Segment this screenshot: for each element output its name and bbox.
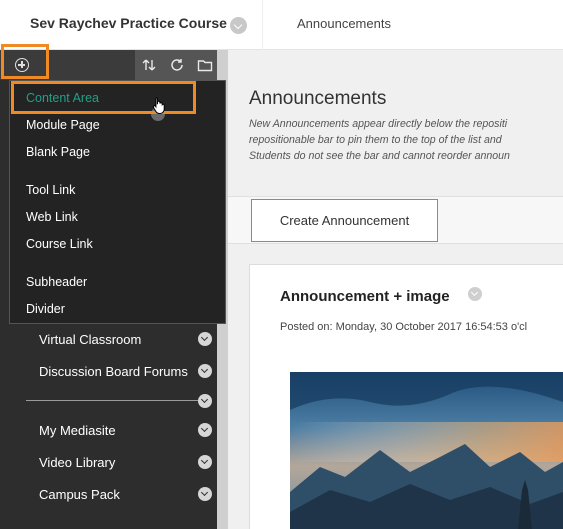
description-line: Students do not see the bar and cannot r… — [249, 150, 510, 162]
chevron-down-icon[interactable] — [198, 394, 212, 408]
highlight-box-content-area — [11, 81, 196, 114]
menu-item-tool-link[interactable]: Tool Link — [26, 183, 75, 197]
menu-item-divider[interactable]: Divider — [26, 302, 65, 316]
menu-item-web-link[interactable]: Web Link — [26, 210, 78, 224]
chevron-down-icon[interactable] — [198, 332, 212, 346]
announcement-options-chevron-icon[interactable] — [468, 287, 482, 301]
highlight-box-add-button — [1, 44, 49, 79]
chevron-down-icon[interactable] — [198, 487, 212, 501]
course-menu-chevron-icon[interactable] — [230, 17, 247, 34]
breadcrumb: Announcements — [297, 16, 391, 31]
refresh-icon[interactable] — [169, 57, 185, 73]
course-menu-divider — [26, 400, 198, 401]
menu-item-blank-page[interactable]: Blank Page — [26, 145, 90, 159]
announcement-image — [290, 372, 563, 529]
create-announcement-button[interactable]: Create Announcement — [251, 199, 438, 242]
menu-item-course-link[interactable]: Course Link — [26, 237, 93, 251]
course-menu-item-virtual-classroom[interactable]: Virtual Classroom — [39, 332, 141, 347]
course-menu-item-campus-pack[interactable]: Campus Pack — [39, 487, 120, 502]
menu-item-subheader[interactable]: Subheader — [26, 275, 87, 289]
page-title: Announcements — [249, 88, 387, 109]
chevron-down-icon[interactable] — [198, 364, 212, 378]
description-line: repositionable bar to pin them to the to… — [249, 134, 502, 146]
course-menu-item-video-library[interactable]: Video Library — [39, 455, 115, 470]
hand-cursor-icon — [152, 96, 166, 114]
course-menu-item-discussion-board[interactable]: Discussion Board Forums — [39, 364, 188, 379]
chevron-down-icon[interactable] — [198, 423, 212, 437]
sort-arrows-icon[interactable] — [141, 57, 157, 73]
course-menu-item-my-mediasite[interactable]: My Mediasite — [39, 423, 116, 438]
topbar-divider — [262, 0, 263, 50]
posted-date: Posted on: Monday, 30 October 2017 16:54… — [280, 321, 528, 333]
menu-item-module-page[interactable]: Module Page — [26, 118, 100, 132]
chevron-down-icon[interactable] — [198, 455, 212, 469]
announcement-title: Announcement + image — [280, 288, 450, 305]
folder-icon[interactable] — [197, 57, 213, 73]
course-title[interactable]: Sev Raychev Practice Course — [30, 15, 227, 31]
description-line: New Announcements appear directly below … — [249, 118, 508, 130]
page-description: New Announcements appear directly below … — [249, 116, 563, 164]
